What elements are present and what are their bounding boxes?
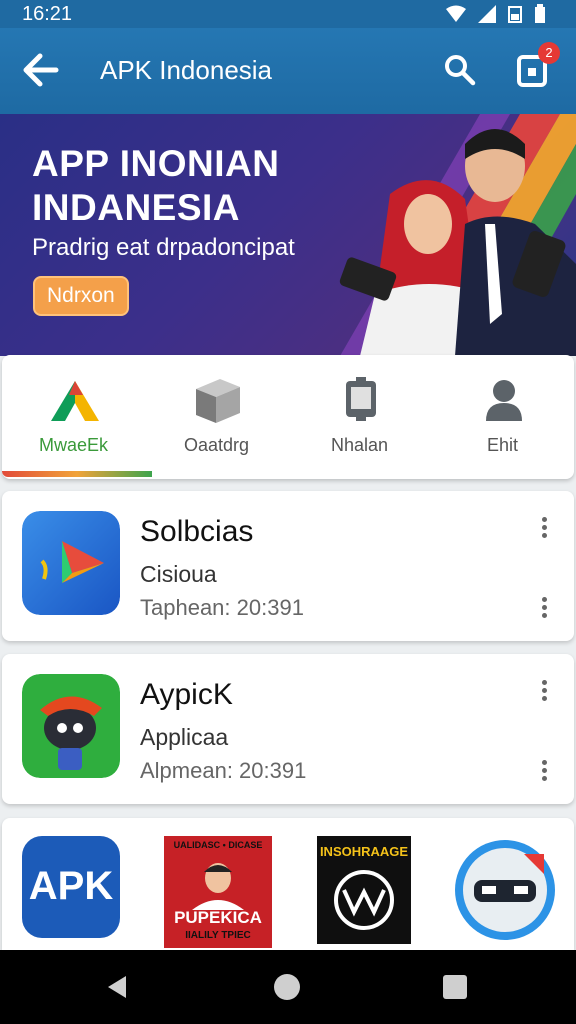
tab-label: Ehit — [486, 435, 519, 455]
more-options-icon[interactable] — [534, 680, 554, 704]
app-category: Applicaa — [140, 724, 229, 750]
poster-top-text: UALIDASC • DICASE — [173, 840, 263, 850]
app-name: Solbcias — [140, 515, 254, 548]
search-icon[interactable] — [442, 52, 478, 88]
tile-apk[interactable]: APK — [22, 836, 120, 943]
list-item[interactable]: AypicK Applicaa Alpmean: 20:391 — [2, 654, 574, 804]
status-bar: 16:21 — [0, 0, 576, 28]
active-tab-indicator — [2, 471, 152, 477]
more-options-icon[interactable] — [534, 760, 554, 784]
more-options-icon[interactable] — [534, 597, 554, 621]
poster-title: PUPEKICA — [174, 908, 262, 927]
notification-badge: 2 — [538, 42, 560, 64]
home-nav-icon[interactable] — [272, 972, 302, 1002]
recents-nav-icon[interactable] — [440, 972, 470, 1002]
banner-people-illustration — [339, 129, 576, 356]
apk-logo-text: APK — [28, 864, 114, 908]
person-icon — [486, 380, 522, 421]
category-tabs: MwaeEk Oaatdrg Nhalan Ehit — [2, 355, 574, 479]
tile-poster[interactable]: UALIDASC • DICASE PUPEKICA IIALILY TPIEC — [164, 836, 272, 948]
tab-category-3[interactable]: Nhalan — [288, 355, 431, 479]
wifi-icon — [446, 5, 466, 22]
signal-icon — [478, 5, 496, 23]
tab-category-1[interactable]: MwaeEk — [2, 355, 145, 479]
more-options-icon[interactable] — [534, 517, 554, 541]
status-icons — [446, 4, 546, 24]
banner-cta-button[interactable]: Ndrxon — [33, 276, 129, 316]
tab-label: Oaatdrg — [183, 435, 250, 455]
robot-icon — [455, 840, 555, 940]
featured-tiles: APK UALIDASC • DICASE PUPEKICA IIALILY T… — [2, 818, 574, 950]
app-name: AypicK — [140, 678, 233, 711]
app-bar: APK Indonesia 2 — [0, 28, 576, 114]
promo-banner[interactable]: APP INONIAN INDANESIA Pradrig eat drpado… — [0, 114, 576, 356]
play-arrow-icon — [22, 511, 120, 615]
tab-category-4[interactable]: Ehit — [431, 355, 574, 479]
banner-subtitle: Pradrig eat drpadoncipat — [32, 234, 295, 261]
app-meta: Alpmean: 20:391 — [140, 758, 307, 783]
device-icon — [346, 377, 376, 421]
tab-category-2[interactable]: Oaatdrg — [145, 355, 288, 479]
system-nav-bar — [0, 950, 576, 1024]
sim-icon — [508, 6, 522, 23]
tab-label: Nhalan — [330, 435, 389, 455]
app-title: APK Indonesia — [100, 55, 273, 85]
poster-subtitle: IIALILY TPIEC — [185, 930, 251, 941]
back-arrow-icon[interactable] — [20, 52, 60, 88]
box-icon — [196, 379, 240, 423]
list-item[interactable]: Solbcias Cisioua Taphean: 20:391 — [2, 491, 574, 641]
back-nav-icon[interactable] — [102, 972, 132, 1002]
dark-tile-title: INSOHRAAGE — [319, 844, 409, 859]
app-category: Cisioua — [140, 561, 217, 587]
tile-robot[interactable] — [452, 836, 558, 949]
mascot-icon — [22, 674, 120, 778]
status-time: 16:21 — [22, 3, 73, 25]
app-meta: Taphean: 20:391 — [140, 595, 304, 620]
banner-title: APP INONIAN INDANESIA — [32, 143, 280, 228]
tab-label: MwaeEk — [38, 435, 109, 455]
emblem-icon — [334, 870, 394, 930]
poster-face-illustration — [192, 863, 244, 910]
battery-icon — [535, 4, 545, 23]
triangle-logo-icon — [51, 381, 99, 421]
tile-dark[interactable]: INSOHRAAGE — [317, 836, 411, 944]
